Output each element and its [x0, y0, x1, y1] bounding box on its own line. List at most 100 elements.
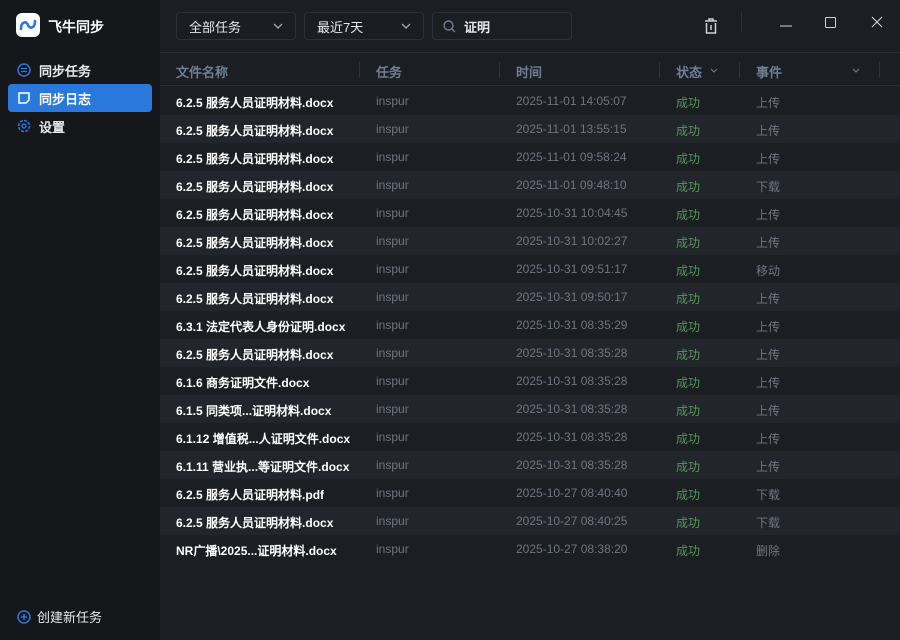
column-header-event[interactable]: 事件	[756, 62, 782, 81]
cell-status: 成功	[676, 264, 701, 278]
column-divider[interactable]	[499, 62, 500, 78]
table-row[interactable]: 6.2.5 服务人员证明材料.docx inspur 2025-10-31 08:3…	[160, 339, 900, 367]
column-header-status[interactable]: 状态	[676, 62, 702, 81]
cell-event: 下载	[756, 180, 781, 194]
sidebar-item-label: 设置	[39, 119, 66, 135]
cell-event: 上传	[756, 152, 781, 166]
cell-time: 2025-10-31 10:04:45	[516, 206, 628, 220]
cell-event: 上传	[756, 432, 781, 446]
cell-time: 2025-10-31 08:35:28	[516, 458, 628, 472]
chevron-down-icon	[273, 23, 283, 29]
create-task-button[interactable]: 创建新任务	[17, 607, 102, 626]
table-row[interactable]: 6.2.5 服务人员证明材料.docx inspur 2025-10-31 09:5…	[160, 283, 900, 311]
search-icon	[443, 19, 456, 32]
minimize-button[interactable]	[774, 14, 798, 38]
cell-time: 2025-10-31 08:35:29	[516, 318, 628, 332]
table-row[interactable]: 6.1.6 商务证明文件.docx inspur 2025-10-31 08:35:…	[160, 367, 900, 395]
cell-task: inspur	[376, 262, 409, 276]
cell-event: 上传	[756, 320, 781, 334]
table-row[interactable]: 6.3.1 法定代表人身份证明.docx inspur 2025-10-31 08:…	[160, 311, 900, 339]
table-row[interactable]: 6.2.5 服务人员证明材料.docx inspur 2025-10-27 08:4…	[160, 507, 900, 535]
column-divider[interactable]	[739, 62, 740, 78]
cell-task: inspur	[376, 234, 409, 248]
cell-status: 成功	[676, 292, 701, 306]
cell-task: inspur	[376, 430, 409, 444]
maximize-icon	[824, 16, 836, 28]
cell-filename: 6.1.5 同类项...证明材料.docx	[176, 404, 332, 418]
table-row[interactable]: 6.2.5 服务人员证明材料.docx inspur 2025-11-01 09:5…	[160, 143, 900, 171]
table-row[interactable]: NR广播\2025...证明材料.docx inspur 2025-10-27 08…	[160, 535, 900, 563]
column-divider[interactable]	[359, 62, 360, 78]
cell-filename: 6.2.5 服务人员证明材料.docx	[176, 124, 334, 138]
column-header-task[interactable]: 任务	[376, 62, 402, 81]
table-row[interactable]: 6.2.5 服务人员证明材料.docx inspur 2025-10-31 10:0…	[160, 227, 900, 255]
cell-task: inspur	[376, 374, 409, 388]
cell-filename: 6.1.11 营业执...等证明文件.docx	[176, 460, 350, 474]
search-input[interactable]: 证明	[432, 12, 572, 40]
maximize-button[interactable]	[818, 10, 842, 34]
table-row[interactable]: 6.2.5 服务人员证明材料.docx inspur 2025-10-31 09:5…	[160, 255, 900, 283]
cell-status: 成功	[676, 180, 701, 194]
cell-time: 2025-10-31 08:35:28	[516, 374, 628, 388]
time-filter-select[interactable]: 最近7天	[304, 12, 424, 40]
table-row[interactable]: 6.2.5 服务人员证明材料.docx inspur 2025-11-01 13:5…	[160, 115, 900, 143]
cell-filename: 6.2.5 服务人员证明材料.docx	[176, 264, 334, 278]
sidebar: 飞牛同步 同步任务 同步日志 设置 创建新任务	[0, 0, 160, 640]
table-row[interactable]: 6.2.5 服务人员证明材料.docx inspur 2025-11-01 09:4…	[160, 171, 900, 199]
cell-time: 2025-11-01 13:55:15	[516, 122, 627, 136]
cell-filename: 6.2.5 服务人员证明材料.docx	[176, 180, 334, 194]
plus-circle-icon	[17, 609, 31, 624]
table-row[interactable]: 6.1.11 营业执...等证明文件.docx inspur 2025-10-31 …	[160, 451, 900, 479]
chevron-down-icon[interactable]	[710, 68, 718, 73]
table-row[interactable]: 6.2.5 服务人员证明材料.pdf inspur 2025-10-27 08:40…	[160, 479, 900, 507]
delete-button[interactable]	[699, 14, 723, 38]
create-task-label: 创建新任务	[37, 610, 103, 625]
cell-event: 上传	[756, 208, 781, 222]
table-row[interactable]: 6.2.5 服务人员证明材料.docx inspur 2025-11-01 14:0…	[160, 87, 900, 115]
cell-event: 上传	[756, 376, 781, 390]
table-row[interactable]: 6.1.5 同类项...证明材料.docx inspur 2025-10-31 08…	[160, 395, 900, 423]
sidebar-item-settings[interactable]: 设置	[8, 112, 152, 140]
cell-task: inspur	[376, 486, 409, 500]
sidebar-item-sync-log[interactable]: 同步日志	[8, 84, 152, 112]
cell-task: inspur	[376, 542, 409, 556]
cell-status: 成功	[676, 404, 701, 418]
cell-filename: 6.1.6 商务证明文件.docx	[176, 376, 310, 390]
sidebar-item-sync-tasks[interactable]: 同步任务	[8, 56, 152, 84]
sync-icon	[17, 63, 31, 77]
column-header-time[interactable]: 时间	[516, 62, 542, 81]
sidebar-item-label: 同步日志	[39, 91, 92, 107]
cell-status: 成功	[676, 208, 701, 222]
time-filter-value: 最近7天	[317, 19, 364, 35]
cell-time: 2025-11-01 09:58:24	[516, 150, 627, 164]
cell-status: 成功	[676, 96, 701, 110]
table-header: 文件名称 任务 时间 状态 事件	[160, 52, 900, 86]
cell-filename: NR广播\2025...证明材料.docx	[176, 544, 337, 558]
table-row[interactable]: 6.1.12 增值税...人证明文件.docx inspur 2025-10-31 …	[160, 423, 900, 451]
cell-status: 成功	[676, 320, 701, 334]
cell-filename: 6.3.1 法定代表人身份证明.docx	[176, 320, 346, 334]
cell-task: inspur	[376, 402, 409, 416]
cell-time: 2025-10-31 08:35:28	[516, 430, 628, 444]
log-table-body: 6.2.5 服务人员证明材料.docx inspur 2025-11-01 14:0…	[160, 87, 900, 563]
cell-event: 上传	[756, 292, 781, 306]
cell-status: 成功	[676, 544, 701, 558]
cell-time: 2025-10-31 08:35:28	[516, 346, 628, 360]
close-button[interactable]	[865, 10, 889, 34]
cell-event: 上传	[756, 124, 781, 138]
task-filter-select[interactable]: 全部任务	[176, 12, 296, 40]
chevron-down-icon	[401, 23, 411, 29]
table-row[interactable]: 6.2.5 服务人员证明材料.docx inspur 2025-10-31 10:0…	[160, 199, 900, 227]
cell-filename: 6.2.5 服务人员证明材料.docx	[176, 96, 334, 110]
cell-status: 成功	[676, 152, 701, 166]
column-divider[interactable]	[659, 62, 660, 78]
minimize-icon	[780, 25, 792, 27]
column-divider[interactable]	[879, 62, 880, 78]
cell-filename: 6.2.5 服务人员证明材料.docx	[176, 516, 334, 530]
cell-filename: 6.2.5 服务人员证明材料.pdf	[176, 488, 325, 502]
cell-status: 成功	[676, 432, 701, 446]
cell-filename: 6.2.5 服务人员证明材料.docx	[176, 152, 334, 166]
chevron-down-icon[interactable]	[852, 68, 860, 73]
column-header-filename[interactable]: 文件名称	[176, 62, 228, 81]
cell-time: 2025-10-27 08:40:40	[516, 486, 628, 500]
